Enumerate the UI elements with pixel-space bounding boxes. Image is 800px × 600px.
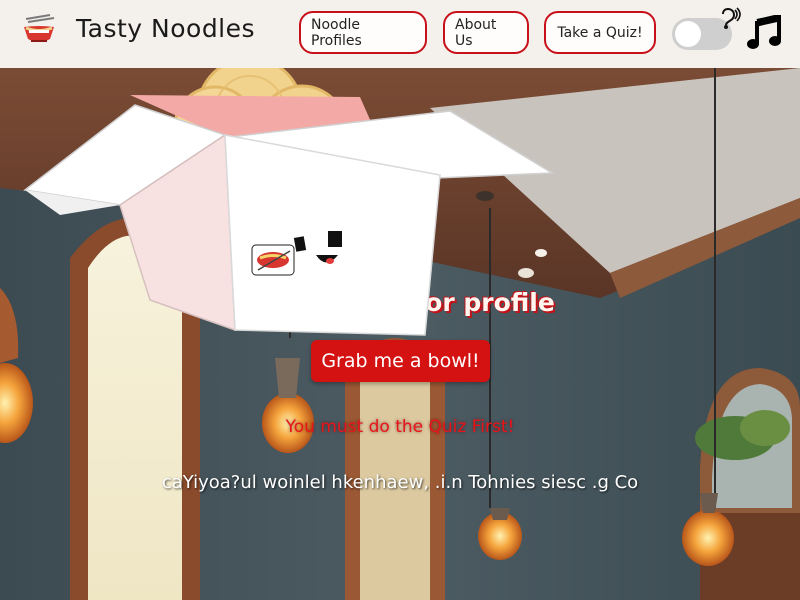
noodle-bowl-logo-icon[interactable]	[20, 13, 58, 47]
site-title[interactable]: Tasty Noodles	[76, 14, 255, 43]
grab-bowl-button[interactable]: Grab me a bowl!	[311, 340, 490, 382]
scrambled-description: caYiyoa?ul woinlel hkenhaew, .i.n Tohnie…	[161, 472, 639, 493]
toggle-knob	[675, 21, 701, 47]
music-note-icon[interactable]	[746, 15, 784, 51]
nav-about-us-button[interactable]: About Us	[443, 11, 529, 54]
noodle-box-mascot-icon	[23, 56, 555, 336]
quiz-required-warning: You must do the Quiz First!	[285, 417, 515, 437]
top-nav: Tasty Noodles Noodle Profiles About Us T…	[0, 0, 800, 68]
nav-noodle-profiles-button[interactable]: Noodle Profiles	[299, 11, 427, 54]
nav-take-quiz-button[interactable]: Take a Quiz!	[544, 11, 656, 54]
hearing-icon	[722, 7, 741, 29]
